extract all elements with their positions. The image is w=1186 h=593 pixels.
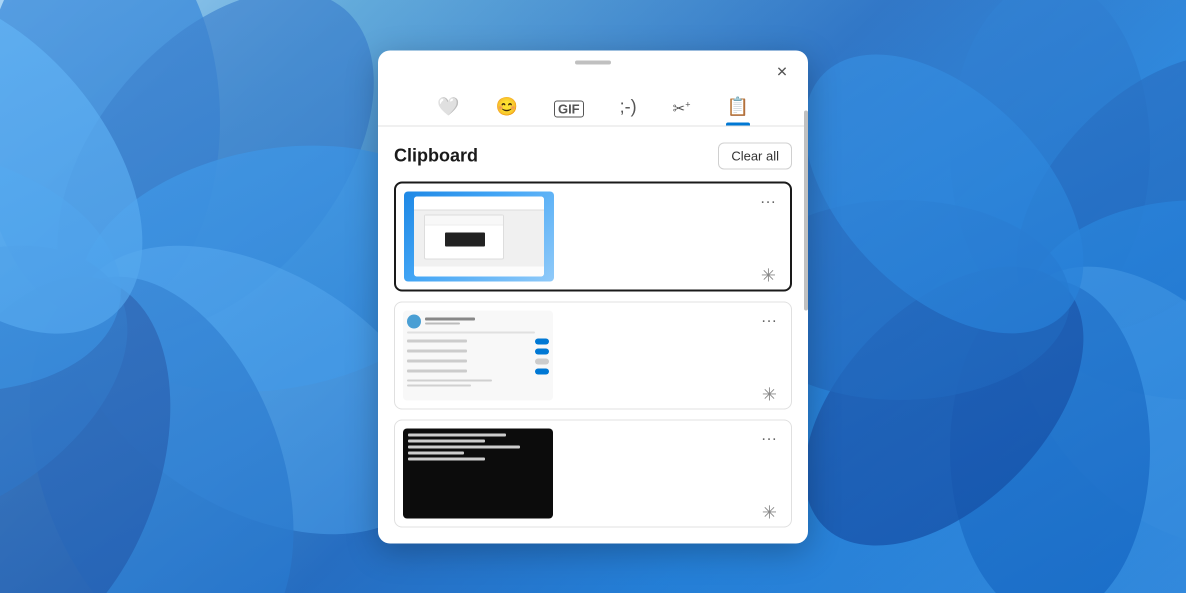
settings-row-1 — [407, 337, 549, 345]
panel-content: Clipboard Clear all ··· — [378, 126, 808, 543]
settings-row-4 — [407, 367, 549, 375]
tab-bar: 🤍 😊 GIF ;-) ✂+ 📋 — [378, 86, 808, 126]
terminal-line-4 — [408, 451, 464, 454]
win11-taskbar — [414, 266, 544, 276]
emoji-icon: 😊 — [496, 96, 518, 117]
tab-emoji[interactable]: 😊 — [486, 90, 528, 125]
item-1-more-button[interactable]: ··· — [756, 191, 780, 213]
item-2-more-button[interactable]: ··· — [757, 310, 781, 332]
win11-mini-window — [414, 196, 544, 276]
gif-icon: GIF — [554, 100, 584, 117]
terminal-line-1 — [408, 433, 506, 436]
win11-inner-window — [424, 214, 504, 259]
scrollbar-thumb[interactable] — [804, 110, 808, 310]
settings-row-2 — [407, 347, 549, 355]
clipboard-item-2[interactable]: ··· ✳ — [394, 301, 792, 409]
clear-all-button[interactable]: Clear all — [718, 142, 792, 169]
close-button[interactable]: ✕ — [768, 58, 796, 86]
item-1-pin-button[interactable]: ✳ — [757, 263, 780, 288]
win11-inner-header — [425, 215, 503, 225]
item-3-pin-button[interactable]: ✳ — [758, 500, 781, 525]
item-3-actions: ··· ✳ — [757, 428, 781, 525]
thumbnail-settings — [403, 310, 553, 400]
clipboard-item-1[interactable]: ··· ✳ — [394, 181, 792, 291]
clipboard-tab-icon: 📋 — [726, 96, 748, 117]
section-header: Clipboard Clear all — [394, 142, 792, 169]
tab-clipboard[interactable]: 📋 — [716, 90, 758, 125]
scrollbar-track[interactable] — [802, 110, 808, 543]
thumbnail-terminal — [403, 428, 553, 518]
settings-mini-header — [407, 314, 475, 328]
thumbnail-win11 — [404, 191, 554, 281]
win11-header — [414, 196, 544, 210]
symbols-icon: ✂+ — [673, 99, 691, 117]
item-2-pin-button[interactable]: ✳ — [758, 382, 781, 407]
item-1-actions: ··· ✳ — [756, 191, 780, 288]
settings-row-3 — [407, 357, 549, 365]
clipboard-item-inner-3 — [395, 420, 791, 526]
win11-black-bar — [445, 232, 485, 246]
terminal-line-5 — [408, 457, 485, 460]
settings-rows — [407, 331, 549, 386]
tab-symbols[interactable]: ✂+ — [663, 93, 701, 125]
tab-kaomoji[interactable]: 🤍 — [427, 90, 469, 125]
item-2-actions: ··· ✳ — [757, 310, 781, 407]
item-3-more-button[interactable]: ··· — [757, 428, 781, 450]
terminal-line-2 — [408, 439, 485, 442]
panel-header: ✕ — [378, 50, 808, 86]
clipboard-item-inner-1 — [396, 183, 790, 289]
drag-handle — [575, 60, 611, 64]
clipboard-item-3[interactable]: ··· ✳ — [394, 419, 792, 527]
kaomoji-icon: 🤍 — [437, 96, 459, 117]
clipboard-panel: ✕ 🤍 😊 GIF ;-) ✂+ 📋 Clipboard Clear all — [378, 50, 808, 543]
settings-avatar — [407, 314, 421, 328]
emoticon-icon: ;-) — [620, 96, 637, 117]
terminal-line-3 — [408, 445, 520, 448]
tab-gif[interactable]: GIF — [544, 94, 594, 125]
section-title: Clipboard — [394, 145, 478, 166]
tab-emoticon[interactable]: ;-) — [610, 90, 647, 125]
clipboard-item-inner-2 — [395, 302, 791, 408]
